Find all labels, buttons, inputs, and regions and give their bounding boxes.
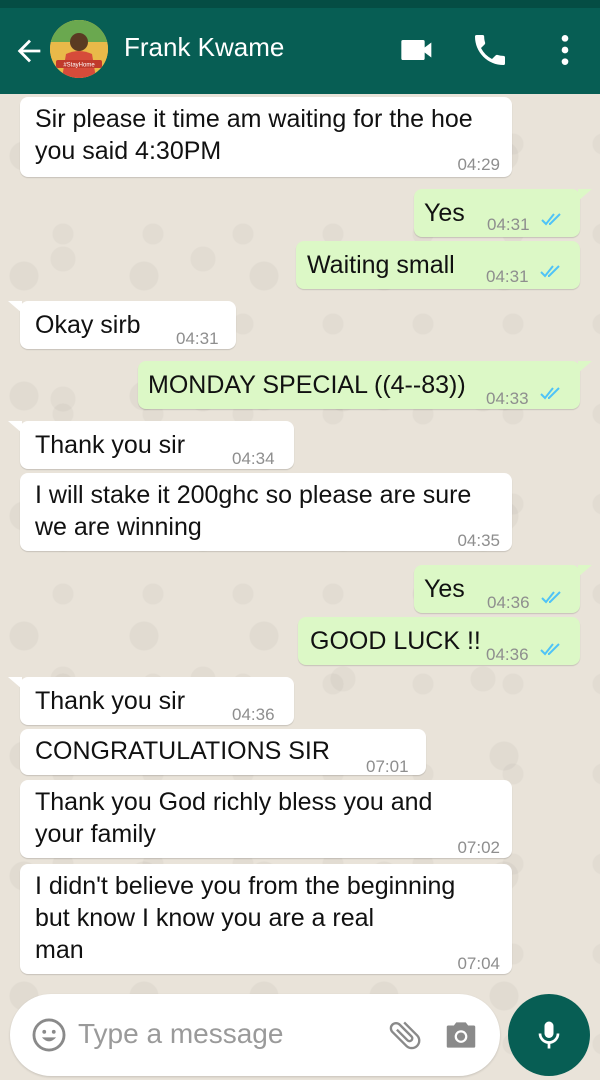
message-text: I will stake it 200ghc so please are sur…	[35, 479, 471, 543]
message-line: I didn't believe you from the beginning	[35, 872, 456, 900]
bubble-tail	[578, 189, 592, 201]
message-text: Okay sirb	[35, 311, 141, 339]
contact-name[interactable]: Frank Kwame	[124, 32, 284, 63]
message-time: 04:31	[486, 267, 529, 286]
avatar-photo: #StayHome	[50, 20, 108, 78]
message-bubble-incoming[interactable]: CONGRATULATIONS SIR 07:01	[20, 729, 426, 776]
message-time: 04:36	[486, 645, 529, 664]
message-bubble-incoming[interactable]: I will stake it 200ghc so please are sur…	[20, 473, 512, 551]
message-text: Sir please it time am waiting for the ho…	[35, 103, 473, 167]
read-receipt-icon	[540, 387, 560, 400]
message-time: 04:35	[457, 531, 500, 550]
camera-icon[interactable]	[442, 1016, 480, 1054]
message-time: 07:01	[366, 757, 409, 776]
message-time: 04:29	[457, 155, 500, 174]
message-bubble-incoming[interactable]: Thank you sir 04:34	[8, 421, 294, 469]
message-text: Thank you God richly bless you and your …	[35, 786, 432, 850]
message-text: MONDAY SPECIAL ((4--83))	[148, 371, 466, 399]
phone-call-icon[interactable]	[470, 30, 510, 70]
message-bubble-incoming[interactable]: I didn't believe you from the beginning …	[20, 864, 512, 974]
message-input[interactable]: Type a message	[78, 1018, 283, 1050]
bubble-tail	[578, 361, 592, 373]
message-line: your family	[35, 820, 156, 848]
message-time: 07:04	[457, 954, 500, 973]
message-text: Yes	[424, 575, 465, 603]
message-line: I will stake it 200ghc so please are sur…	[35, 481, 472, 509]
message-line: man	[35, 936, 84, 964]
message-line: you said 4:30PM	[35, 137, 222, 165]
attach-paperclip-icon[interactable]	[386, 1016, 424, 1054]
message-text: Thank you sir	[35, 687, 186, 715]
bubble-tail	[578, 565, 592, 577]
video-call-icon[interactable]	[398, 30, 438, 70]
message-text: GOOD LUCK !!	[310, 627, 481, 655]
message-time: 04:31	[487, 215, 530, 234]
message-bubble-outgoing[interactable]: Yes 04:36	[414, 565, 592, 613]
message-bubble-outgoing[interactable]: GOOD LUCK !! 04:36	[298, 617, 580, 665]
voice-message-button[interactable]	[508, 994, 590, 1076]
read-receipt-icon	[540, 643, 560, 656]
message-time: 04:34	[232, 449, 275, 468]
message-line: but know I know you are a real	[35, 904, 375, 932]
chat-header: #StayHome Frank Kwame	[0, 8, 600, 94]
bubble-tail	[8, 421, 22, 433]
message-time: 07:02	[457, 838, 500, 857]
message-text: Thank you sir	[35, 431, 186, 459]
message-text: Yes	[424, 199, 465, 227]
message-bubble-outgoing[interactable]: Waiting small 04:31	[296, 241, 580, 289]
message-bubble-incoming[interactable]: Thank you sir 04:36	[8, 677, 294, 725]
avatar-badge-text: #StayHome	[63, 63, 95, 69]
message-line: Thank you God richly bless you and	[35, 788, 433, 816]
message-text: Waiting small	[307, 251, 455, 279]
message-bubble-outgoing[interactable]: MONDAY SPECIAL ((4--83)) 04:33	[138, 361, 592, 409]
read-receipt-icon	[541, 213, 561, 226]
message-text: I didn't believe you from the beginning …	[35, 870, 455, 966]
message-bubble-outgoing[interactable]: Yes 04:31	[414, 189, 592, 237]
contact-avatar[interactable]: #StayHome	[50, 20, 108, 78]
message-bubble-incoming[interactable]: Thank you God richly bless you and your …	[20, 780, 512, 858]
message-bubble-incoming[interactable]: Sir please it time am waiting for the ho…	[20, 97, 512, 177]
microphone-icon	[538, 1021, 560, 1049]
bubble-tail	[8, 677, 22, 689]
message-line: Sir please it time am waiting for the ho…	[35, 105, 473, 133]
status-bar	[0, 0, 600, 8]
message-time: 04:33	[486, 389, 529, 408]
more-options-icon[interactable]	[545, 30, 585, 70]
message-bubble-incoming[interactable]: Okay sirb 04:31	[8, 301, 236, 349]
emoji-icon[interactable]	[30, 1016, 68, 1054]
bubble-tail	[8, 301, 22, 313]
message-text: CONGRATULATIONS SIR	[35, 737, 330, 765]
message-input-bar: Type a message	[10, 994, 500, 1076]
message-line: we are winning	[35, 513, 202, 541]
read-receipt-icon	[541, 591, 561, 604]
message-time: 04:36	[487, 593, 530, 612]
message-time: 04:31	[176, 329, 219, 348]
message-time: 04:36	[232, 705, 275, 724]
read-receipt-icon	[540, 265, 560, 278]
back-arrow-icon[interactable]	[12, 34, 46, 68]
